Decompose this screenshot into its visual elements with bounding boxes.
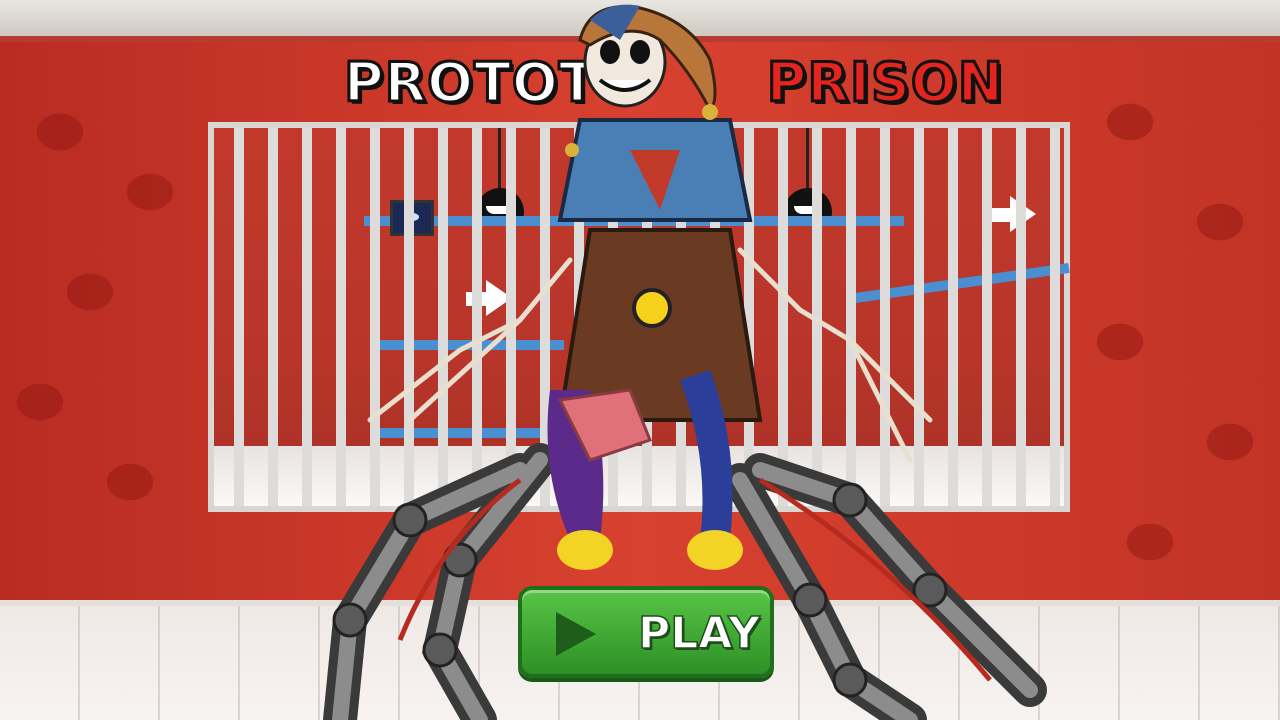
play-triangle-icon <box>556 612 596 656</box>
play-button[interactable]: PLAY <box>518 586 774 678</box>
game-scene: PROTOTY PRISON PLAY <box>0 0 1280 720</box>
play-button-label: PLAY <box>637 607 761 660</box>
